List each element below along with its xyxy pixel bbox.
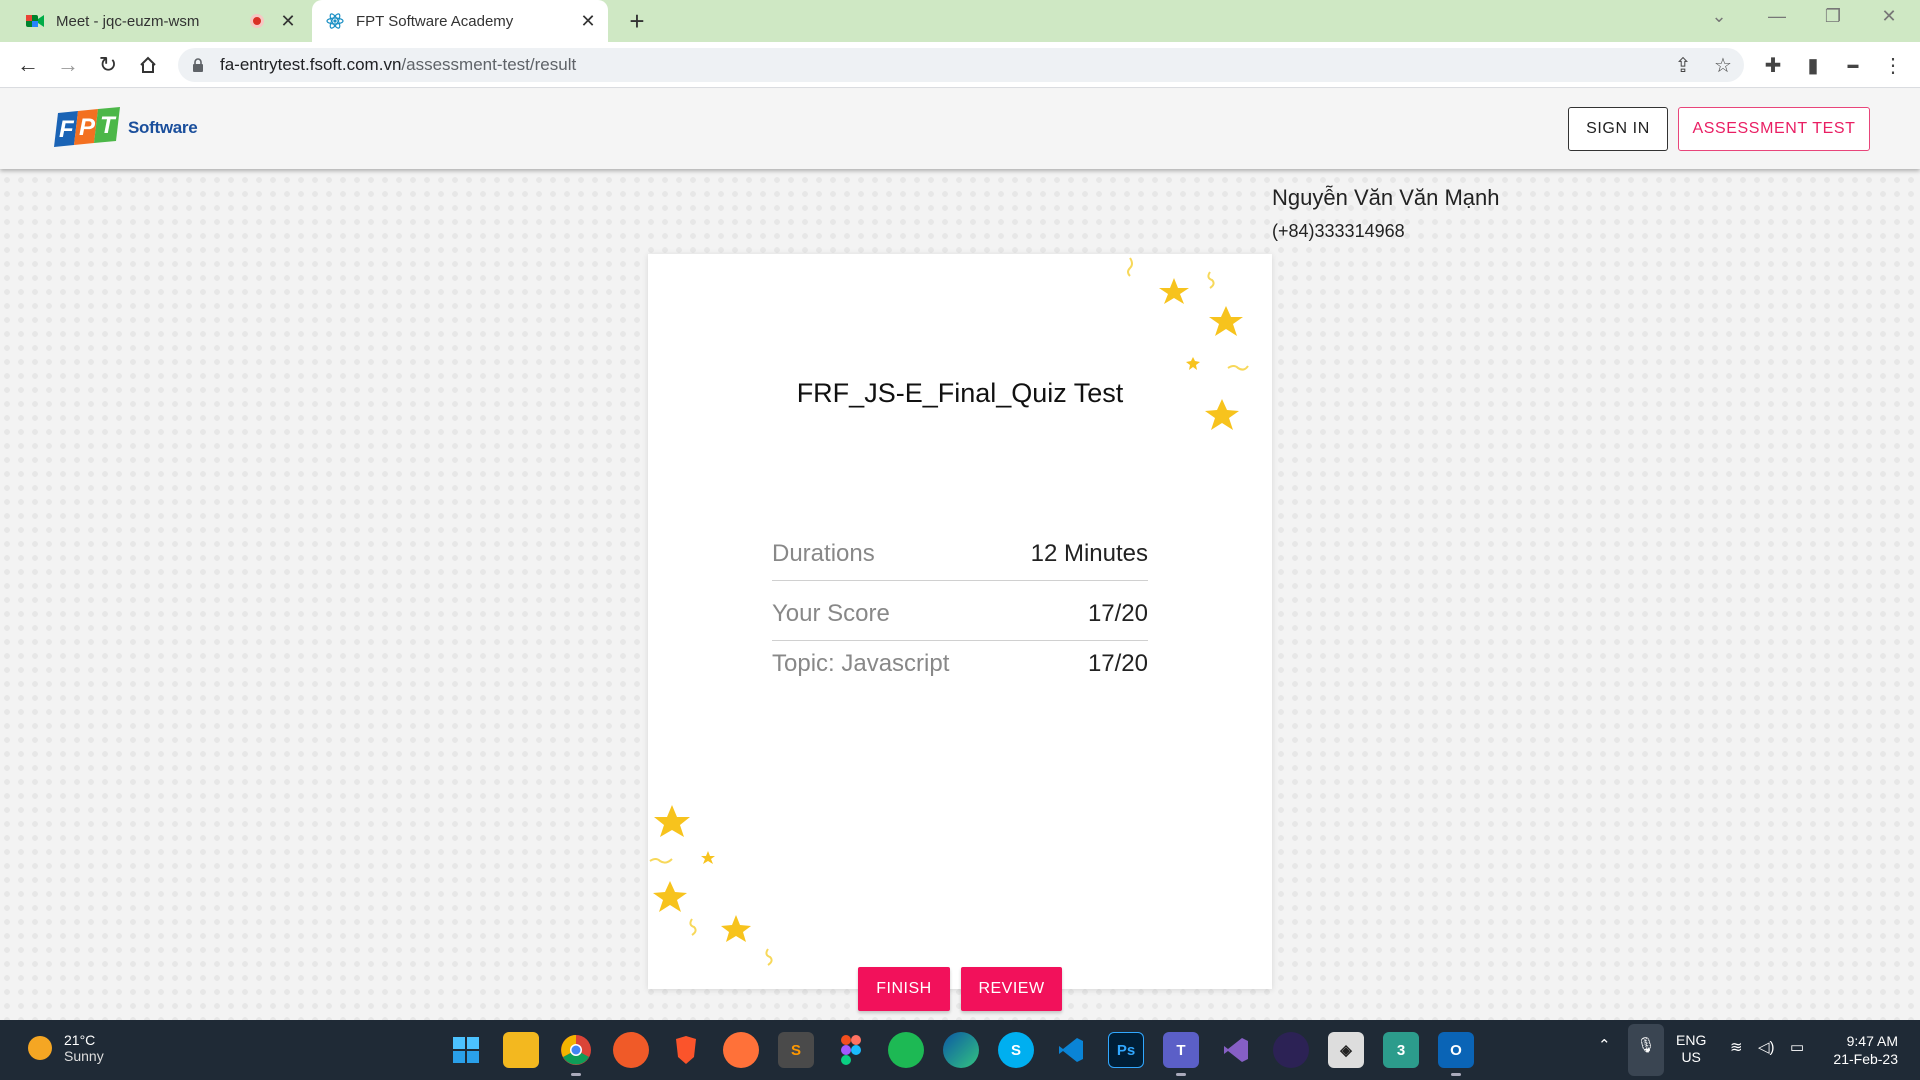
row-label: Your Score bbox=[772, 600, 890, 627]
3ds-max-icon[interactable]: 3 bbox=[1383, 1032, 1419, 1068]
photoshop-icon[interactable]: Ps bbox=[1108, 1032, 1144, 1068]
windows-taskbar: 21°C Sunny S S Ps T ◈ 3 O ⌃ 🎙 ENG US ≋ ◁… bbox=[0, 1020, 1920, 1080]
weather-condition: Sunny bbox=[64, 1048, 104, 1064]
row-label: Topic: Javascript bbox=[772, 650, 950, 677]
tab-strip: Meet - jqc-euzm-wsm ✕ FPT Software Acade… bbox=[0, 0, 1920, 42]
edge-icon[interactable] bbox=[943, 1032, 979, 1068]
back-icon[interactable]: ← bbox=[12, 49, 44, 81]
tab-title: FPT Software Academy bbox=[356, 12, 514, 30]
sign-in-button[interactable]: SIGN IN bbox=[1568, 107, 1668, 151]
url-text: fa-entrytest.fsoft.com.vn/assessment-tes… bbox=[220, 55, 577, 74]
react-icon bbox=[326, 12, 344, 30]
firefox-icon[interactable] bbox=[723, 1032, 759, 1068]
close-tab-icon[interactable]: ✕ bbox=[278, 11, 298, 32]
site-header: F P T Software SIGN IN ASSESSMENT TEST bbox=[0, 89, 1920, 169]
stars-decoration-bottom bbox=[649, 805, 773, 966]
spotify-icon[interactable] bbox=[888, 1032, 924, 1068]
tab-meet[interactable]: Meet - jqc-euzm-wsm ✕ bbox=[12, 0, 308, 42]
page-viewport: F P T Software SIGN IN ASSESSMENT TEST N… bbox=[0, 89, 1920, 1021]
running-indicator bbox=[1451, 1073, 1461, 1076]
share-icon[interactable]: ⇪ bbox=[1668, 50, 1698, 80]
chrome-icon[interactable] bbox=[558, 1032, 594, 1076]
svg-text:F: F bbox=[59, 116, 75, 143]
recording-icon bbox=[250, 14, 264, 28]
tab-search-icon[interactable]: ⌄ bbox=[1704, 6, 1734, 27]
eclipse-icon[interactable] bbox=[1273, 1032, 1309, 1068]
unity-icon[interactable]: ◈ bbox=[1328, 1032, 1364, 1068]
close-tab-icon[interactable]: ✕ bbox=[578, 11, 598, 32]
test-title: FRF_JS-E_Final_Quiz Test bbox=[796, 378, 1124, 408]
volume-icon[interactable]: ◁) bbox=[1758, 1038, 1775, 1056]
time: 9:47 AM bbox=[1846, 1033, 1898, 1049]
row-value: 17/20 bbox=[1087, 600, 1148, 627]
bookmark-star-icon[interactable]: ☆ bbox=[1708, 50, 1738, 80]
weather-widget[interactable]: 21°C Sunny bbox=[28, 1032, 104, 1064]
temperature: 21°C bbox=[64, 1032, 96, 1048]
google-meet-icon bbox=[26, 12, 44, 30]
reload-icon[interactable]: ↻ bbox=[92, 49, 124, 81]
file-explorer-icon[interactable] bbox=[503, 1032, 539, 1068]
svg-text:P: P bbox=[79, 114, 96, 141]
address-bar[interactable]: fa-entrytest.fsoft.com.vn/assessment-tes… bbox=[178, 48, 1744, 82]
fpt-logo[interactable]: F P T Software bbox=[50, 107, 198, 149]
mic-muted-icon[interactable]: 🎙 bbox=[1628, 1024, 1664, 1076]
svg-text:T: T bbox=[100, 112, 117, 139]
vscode-icon[interactable] bbox=[1053, 1032, 1089, 1068]
running-indicator bbox=[571, 1073, 581, 1076]
show-hidden-icons-icon[interactable]: ⌃ bbox=[1598, 1036, 1611, 1054]
divider bbox=[772, 640, 1148, 641]
row-label: Durations bbox=[772, 540, 875, 567]
pinned-apps: S S Ps T ◈ 3 O bbox=[448, 1032, 1493, 1076]
figma-icon[interactable] bbox=[833, 1032, 869, 1068]
new-tab-button[interactable]: + bbox=[622, 6, 652, 36]
lock-icon bbox=[193, 58, 203, 72]
topic-row: Topic: Javascript 17/20 bbox=[772, 650, 1148, 678]
user-phone: (+84)333314968 bbox=[1272, 221, 1405, 241]
review-button[interactable]: REVIEW bbox=[961, 967, 1062, 1011]
visual-studio-icon[interactable] bbox=[1218, 1032, 1254, 1068]
restore-icon[interactable]: ❐ bbox=[1818, 6, 1848, 27]
sun-icon bbox=[28, 1036, 52, 1060]
clock[interactable]: 9:47 AM 21-Feb-23 bbox=[1828, 1032, 1898, 1068]
duration-row: Durations 12 Minutes bbox=[772, 540, 1148, 568]
close-window-icon[interactable]: ✕ bbox=[1874, 6, 1904, 27]
outlook-icon[interactable]: O bbox=[1438, 1032, 1474, 1076]
assessment-test-button[interactable]: ASSESSMENT TEST bbox=[1678, 107, 1870, 151]
user-name: Nguyễn Văn Văn Mạnh bbox=[1272, 185, 1500, 210]
browser-toolbar: ← → ↻ fa-entrytest.fsoft.com.vn/assessme… bbox=[0, 42, 1920, 88]
profile-icon[interactable]: ▬ bbox=[1838, 50, 1868, 80]
forward-icon[interactable]: → bbox=[52, 49, 84, 81]
extensions-icon[interactable]: ✚ bbox=[1758, 50, 1788, 80]
row-value: 17/20 bbox=[1087, 650, 1148, 677]
divider bbox=[772, 580, 1148, 581]
brave-icon[interactable] bbox=[668, 1032, 704, 1068]
score-row: Your Score 17/20 bbox=[772, 600, 1148, 628]
battery-icon[interactable]: ▭ bbox=[1790, 1038, 1804, 1056]
result-card: FRF_JS-E_Final_Quiz Test Durations 12 Mi… bbox=[648, 254, 1272, 989]
menu-kebab-icon[interactable]: ⋮ bbox=[1878, 50, 1908, 80]
date: 21-Feb-23 bbox=[1833, 1051, 1898, 1067]
tab-fpt-academy[interactable]: FPT Software Academy ✕ bbox=[312, 0, 608, 42]
tab-title: Meet - jqc-euzm-wsm bbox=[56, 12, 200, 30]
running-indicator bbox=[1176, 1073, 1186, 1076]
stars-decoration-top bbox=[1127, 257, 1249, 430]
skype-icon[interactable]: S bbox=[998, 1032, 1034, 1068]
postman-icon[interactable] bbox=[613, 1032, 649, 1068]
fpt-logo-icon: F P T bbox=[54, 107, 120, 147]
side-panel-icon[interactable]: ▮ bbox=[1798, 50, 1828, 80]
windows-start-icon[interactable] bbox=[448, 1032, 484, 1068]
input-language[interactable]: ENG US bbox=[1676, 1032, 1706, 1066]
teams-icon[interactable]: T bbox=[1163, 1032, 1199, 1076]
logo-software-text: Software bbox=[128, 118, 198, 137]
home-icon[interactable] bbox=[132, 49, 164, 81]
finish-button[interactable]: FINISH bbox=[858, 967, 950, 1011]
row-value: 12 Minutes bbox=[1030, 540, 1148, 567]
region-code: US bbox=[1681, 1049, 1701, 1065]
lang-code: ENG bbox=[1676, 1032, 1707, 1048]
minimize-icon[interactable]: — bbox=[1762, 6, 1792, 27]
wifi-icon[interactable]: ≋ bbox=[1730, 1038, 1743, 1056]
sublime-text-icon[interactable]: S bbox=[778, 1032, 814, 1068]
